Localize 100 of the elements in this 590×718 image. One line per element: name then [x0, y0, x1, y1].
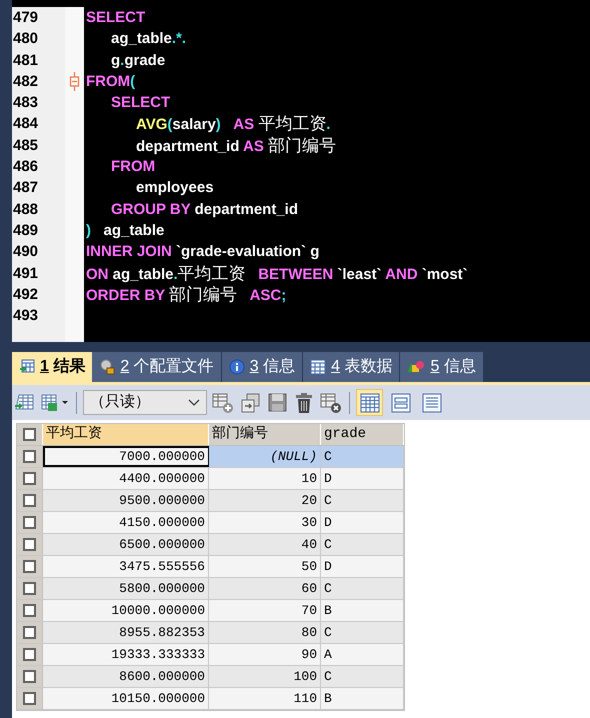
chevron-down-icon	[188, 398, 200, 406]
line-number: 486	[13, 158, 38, 176]
cancel-row-icon[interactable]	[319, 392, 343, 414]
add-row-icon[interactable]	[211, 392, 235, 414]
line-number: 488	[13, 200, 38, 218]
table-cell: (NULL)	[209, 446, 321, 467]
table-cell: C	[321, 622, 404, 643]
collapse-icon[interactable]	[69, 72, 80, 92]
table-cell: 40	[209, 534, 321, 555]
add-record-icon[interactable]	[14, 392, 36, 412]
code-line: ag_table.*.	[110, 30, 186, 48]
table-cell: 70	[209, 600, 321, 621]
code-line: SELECT	[86, 9, 146, 26]
row-checkbox[interactable]	[23, 494, 36, 507]
row-checkbox[interactable]	[23, 604, 36, 617]
code-line: g.grade	[110, 52, 166, 69]
code-editor[interactable]	[12, 0, 590, 342]
row-checkbox[interactable]	[23, 648, 36, 661]
line-number: 481	[13, 52, 38, 69]
table-cell: 50	[209, 556, 321, 577]
text-view-icon	[422, 392, 442, 412]
line-number: 485	[13, 136, 38, 154]
form-view-icon	[390, 392, 410, 412]
result-tab[interactable]: 5 信息	[400, 352, 483, 382]
line-number: 493	[13, 307, 38, 324]
table-cell: 90	[209, 644, 321, 665]
view-toggle[interactable]	[356, 389, 383, 416]
table-cell: 4150.000000	[43, 512, 209, 533]
table-cell: 110	[209, 688, 321, 709]
result-tab[interactable]: 4 表数据	[303, 352, 400, 382]
row-checkbox[interactable]	[23, 538, 36, 551]
row-checkbox[interactable]	[23, 560, 36, 573]
table-cell: 4400.000000	[43, 468, 209, 489]
grid-view-icon	[360, 392, 380, 412]
shapes-icon	[407, 359, 426, 375]
column-header[interactable]: 部门编号	[209, 424, 321, 445]
line-number: 484	[13, 115, 38, 132]
line-number: 491	[13, 264, 38, 282]
table-icon	[310, 359, 326, 375]
code-line: ) ag_table	[86, 222, 164, 239]
code-line: SELECT	[110, 94, 170, 112]
line-number: 490	[13, 243, 38, 260]
table-cell: D	[321, 556, 404, 577]
line-number: 480	[13, 30, 38, 48]
column-header[interactable]: grade	[321, 424, 404, 445]
code-line: employees	[135, 179, 214, 196]
column-header[interactable]: 平均工资	[43, 424, 209, 445]
table-cell: C	[321, 578, 404, 599]
table-cell: 20	[209, 490, 321, 511]
table-cell: 6500.000000	[43, 534, 209, 555]
code-line: INNER JOIN `grade-evaluation` g	[86, 243, 320, 260]
table-cell: 5800.000000	[43, 578, 209, 599]
result-tab[interactable]: 2 个配置文件	[92, 352, 221, 382]
row-checkbox[interactable]	[23, 428, 36, 441]
table-cell: 3475.555556	[43, 556, 209, 577]
mode-dropdown[interactable]: （只读）	[83, 390, 207, 415]
table-cell: 10	[209, 468, 321, 489]
row-checkbox[interactable]	[23, 582, 36, 595]
code-line: FROM	[110, 158, 156, 176]
table-cell: C	[321, 446, 404, 467]
row-checkbox[interactable]	[23, 670, 36, 683]
table-cell: D	[321, 468, 404, 489]
import-dropdown-icon[interactable]	[40, 392, 70, 412]
table-cell: 8600.000000	[43, 666, 209, 687]
line-number: 487	[13, 179, 38, 196]
table-cell: 19333.333333	[43, 644, 209, 665]
row-checkbox[interactable]	[23, 472, 36, 485]
code-line: FROM(	[86, 72, 136, 90]
row-checkbox[interactable]	[23, 450, 36, 463]
table-cell: D	[321, 512, 404, 533]
line-number: 492	[13, 286, 38, 303]
table-cell: 8955.882353	[43, 622, 209, 643]
info-icon	[228, 359, 245, 375]
trash-icon[interactable]	[293, 392, 315, 414]
result-tab[interactable]: 3 信息	[222, 352, 302, 382]
gear-lock-icon	[99, 359, 116, 375]
table-cell: 7000.000000	[43, 446, 209, 467]
code-line: AVG(salary) AS 平均工资.	[135, 116, 330, 134]
table-cell: 10000.000000	[43, 600, 209, 621]
table-cell: 9500.000000	[43, 490, 209, 511]
line-number: 479	[13, 9, 38, 26]
table-cell: C	[321, 534, 404, 555]
code-line: GROUP BY department_id	[110, 200, 298, 218]
table-cell: C	[321, 490, 404, 511]
code-line: ORDER BY 部门编号 ASC;	[86, 286, 286, 304]
result-tab[interactable]: 1 结果	[12, 352, 92, 382]
table-cell: A	[321, 644, 404, 665]
table-cell: 80	[209, 622, 321, 643]
line-number: 489	[13, 222, 38, 239]
code-line: department_id AS 部门编号	[135, 138, 336, 155]
table-cell: 100	[209, 666, 321, 687]
table-cell: C	[321, 666, 404, 687]
table-cell: 30	[209, 512, 321, 533]
code-line: ON ag_table.平均工资 BETWEEN `least` AND `most`	[86, 266, 468, 283]
line-number: 482	[13, 72, 38, 90]
row-checkbox[interactable]	[23, 626, 36, 639]
row-checkbox[interactable]	[23, 692, 36, 705]
save-icon[interactable]	[267, 392, 289, 414]
line-number: 483	[13, 94, 38, 112]
row-checkbox[interactable]	[23, 516, 36, 529]
